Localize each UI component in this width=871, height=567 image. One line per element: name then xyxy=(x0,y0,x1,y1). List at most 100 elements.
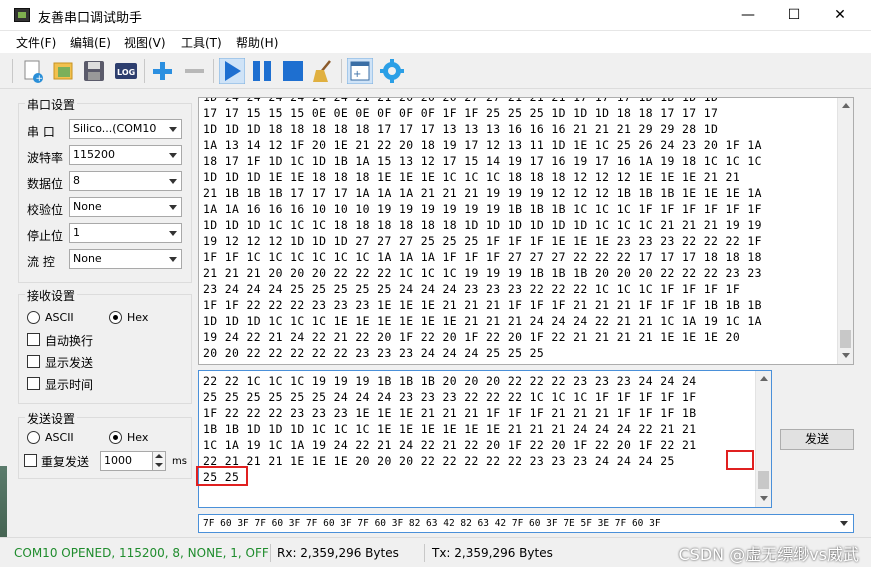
send-hex-radio[interactable] xyxy=(109,431,122,444)
send-line: 1F 22 22 22 23 23 23 1E 1E 1E 21 21 21 1… xyxy=(203,406,697,420)
receive-line: 23 24 24 24 25 25 25 25 25 24 24 24 23 2… xyxy=(203,282,741,296)
chevron-down-icon xyxy=(169,153,177,158)
stopbits-select[interactable]: 1 xyxy=(69,223,182,243)
interval-input[interactable]: 1000 xyxy=(100,451,166,471)
menu-edit[interactable]: 编辑(E) xyxy=(70,34,111,51)
send-line: 1C 1A 19 1C 1A 19 24 22 21 24 22 21 22 2… xyxy=(203,438,697,452)
scroll-down-icon[interactable] xyxy=(842,353,850,358)
send-text-area[interactable]: 22 22 1C 1C 1C 19 19 19 1B 1B 1B 20 20 2… xyxy=(198,370,772,508)
receive-settings-title: 接收设置 xyxy=(25,287,78,304)
receive-line: 17 17 15 15 15 0E 0E 0E 0F 0F 0F 1F 1F 2… xyxy=(203,106,719,120)
toolbar: + LOG + xyxy=(0,53,871,89)
serial-settings-title: 串口设置 xyxy=(25,96,78,113)
parity-select[interactable]: None xyxy=(69,197,182,217)
receive-line: 21 21 21 20 20 20 22 22 22 1C 1C 1C 19 1… xyxy=(203,266,762,280)
send-line: 1B 1B 1D 1D 1D 1C 1C 1C 1E 1E 1E 1E 1E 1… xyxy=(203,422,697,436)
parity-label: 校验位 xyxy=(27,203,64,217)
send-line: 25 25 25 25 25 25 24 24 24 23 23 23 22 2… xyxy=(203,390,697,404)
remove-icon[interactable] xyxy=(181,58,207,84)
stopbits-label: 停止位 xyxy=(27,229,64,243)
highlight-box xyxy=(196,466,248,486)
send-hex-label: Hex xyxy=(127,431,149,444)
pause-icon[interactable] xyxy=(249,58,275,84)
flow-select[interactable]: None xyxy=(69,249,182,269)
menu-tools[interactable]: 工具(T) xyxy=(181,34,222,51)
rx-count: Rx: 2,359,296 Bytes xyxy=(277,546,399,560)
tx-count: Tx: 2,359,296 Bytes xyxy=(432,546,553,560)
chevron-down-icon xyxy=(169,179,177,184)
spinner-icon[interactable] xyxy=(152,452,165,470)
chevron-down-icon xyxy=(169,205,177,210)
svg-text:+: + xyxy=(353,69,361,80)
status-bar: COM10 OPENED, 115200, 8, NONE, 1, OFF Rx… xyxy=(0,537,871,567)
auto-wrap-checkbox[interactable] xyxy=(27,333,40,346)
receive-line: 1D 1D 1D 1C 1C 1C 18 18 18 18 18 18 1D 1… xyxy=(203,218,762,232)
window-title: 友善串口调试助手 xyxy=(38,11,143,26)
show-time-label: 显示时间 xyxy=(45,378,94,392)
connection-status: COM10 OPENED, 115200, 8, NONE, 1, OFF xyxy=(14,546,269,560)
receive-line: 19 24 22 21 24 22 21 22 20 1F 22 20 1F 2… xyxy=(203,330,741,344)
scroll-up-icon[interactable] xyxy=(760,376,768,381)
clear-icon[interactable] xyxy=(310,58,336,84)
baud-select[interactable]: 115200 xyxy=(69,145,182,165)
show-send-checkbox[interactable] xyxy=(27,355,40,368)
open-icon[interactable] xyxy=(50,58,76,84)
title-bar: 友善串口调试助手 — ☐ ✕ xyxy=(0,0,871,31)
receive-ascii-label: ASCII xyxy=(45,311,74,324)
interval-unit: ms xyxy=(172,456,187,467)
close-button[interactable]: ✕ xyxy=(817,0,863,31)
chevron-down-icon xyxy=(840,521,848,526)
minimize-button[interactable]: — xyxy=(725,0,771,31)
settings-icon[interactable] xyxy=(379,58,405,84)
save-icon[interactable] xyxy=(81,58,107,84)
send-scrollbar[interactable] xyxy=(755,371,771,507)
watermark: CSDN @虚无缥缈vs威武 xyxy=(678,545,859,564)
show-time-checkbox[interactable] xyxy=(27,377,40,390)
scroll-up-icon[interactable] xyxy=(842,103,850,108)
send-line: 22 21 21 21 1E 1E 1E 20 20 20 22 22 22 2… xyxy=(203,454,675,468)
receive-scrollbar[interactable] xyxy=(837,98,853,364)
receive-hex-label: Hex xyxy=(127,311,149,324)
window-icon[interactable]: + xyxy=(346,57,374,85)
receive-text-area[interactable]: 1D 24 24 24 24 24 24 21 21 20 20 20 27 2… xyxy=(198,97,854,365)
databits-label: 数据位 xyxy=(27,177,64,191)
maximize-button[interactable]: ☐ xyxy=(771,0,817,31)
send-settings-title: 发送设置 xyxy=(25,410,78,427)
repeat-send-checkbox[interactable] xyxy=(24,454,37,467)
menu-help[interactable]: 帮助(H) xyxy=(236,34,278,51)
add-icon[interactable] xyxy=(149,58,175,84)
receive-line: 1F 1F 1C 1C 1C 1C 1C 1C 1A 1A 1A 1F 1F 1… xyxy=(203,250,762,264)
highlight-box xyxy=(726,450,754,470)
port-label: 串 口 xyxy=(27,125,55,139)
stop-icon[interactable] xyxy=(280,58,306,84)
receive-line: 1F 1F 22 22 22 23 23 23 1E 1E 1E 21 21 2… xyxy=(203,298,762,312)
flow-label: 流 控 xyxy=(27,255,55,269)
send-line: 22 22 1C 1C 1C 19 19 19 1B 1B 1B 20 20 2… xyxy=(203,374,697,388)
auto-wrap-label: 自动换行 xyxy=(45,334,94,348)
repeat-send-label: 重复发送 xyxy=(41,455,90,469)
port-select[interactable]: Silico...(COM10 xyxy=(69,119,182,139)
scroll-down-icon[interactable] xyxy=(760,496,768,501)
new-icon[interactable]: + xyxy=(20,58,46,84)
svg-text:LOG: LOG xyxy=(117,68,135,77)
menu-view[interactable]: 视图(V) xyxy=(124,34,166,51)
receive-line: 1D 1D 1D 18 18 18 18 18 17 17 17 13 13 1… xyxy=(203,122,719,136)
receive-line: 1D 1D 1D 1C 1C 1C 1E 1E 1E 1E 1E 1E 21 2… xyxy=(203,314,762,328)
scroll-thumb[interactable] xyxy=(758,471,769,489)
receive-line: 20 20 22 22 22 22 22 23 23 23 24 24 24 2… xyxy=(203,346,545,360)
send-ascii-radio[interactable] xyxy=(27,431,40,444)
send-history-select[interactable]: 7F 60 3F 7F 60 3F 7F 60 3F 7F 60 3F 82 6… xyxy=(198,514,854,533)
receive-ascii-radio[interactable] xyxy=(27,311,40,324)
log-icon[interactable]: LOG xyxy=(113,58,139,84)
receive-line: 1D 24 24 24 24 24 24 21 21 20 20 20 27 2… xyxy=(203,97,719,104)
menu-bar: 文件(F) 编辑(E) 视图(V) 工具(T) 帮助(H) xyxy=(0,31,871,53)
chevron-down-icon xyxy=(169,231,177,236)
menu-file[interactable]: 文件(F) xyxy=(16,34,56,51)
receive-hex-radio[interactable] xyxy=(109,311,122,324)
receive-line: 19 12 12 12 1D 1D 1D 27 27 27 25 25 25 1… xyxy=(203,234,762,248)
send-button[interactable]: 发送 xyxy=(780,429,854,450)
databits-select[interactable]: 8 xyxy=(69,171,182,191)
play-icon[interactable] xyxy=(218,57,246,85)
show-send-label: 显示发送 xyxy=(45,356,94,370)
scroll-thumb[interactable] xyxy=(840,330,851,348)
